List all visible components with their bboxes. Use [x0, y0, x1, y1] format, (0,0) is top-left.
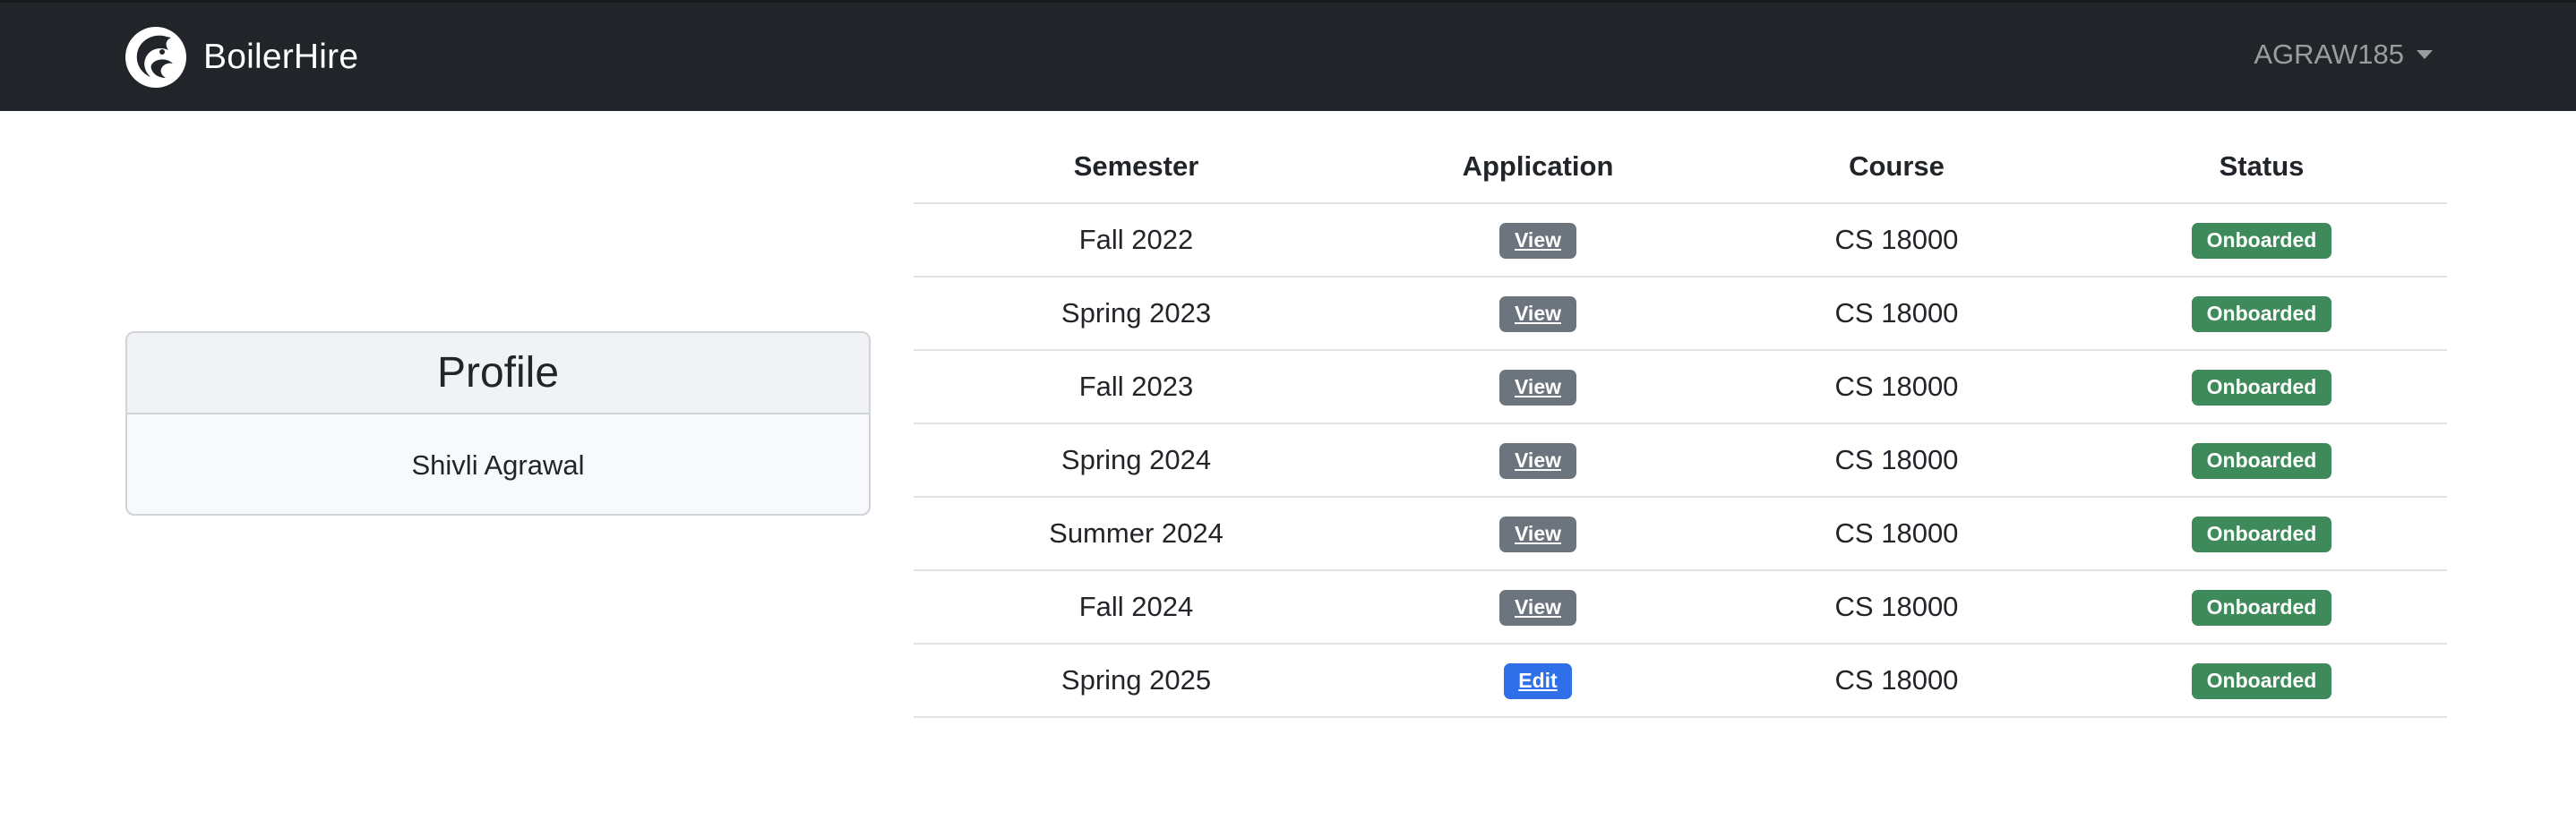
semester-cell: Fall 2023	[914, 350, 1359, 424]
course-cell: CS 18000	[1717, 644, 2076, 718]
table-row: Spring 2025 Edit CS 18000 Onboarded	[914, 644, 2447, 718]
user-menu-dropdown[interactable]: AGRAW185	[2254, 38, 2433, 71]
edit-application-button[interactable]: Edit	[1504, 662, 1572, 699]
application-cell: View	[1359, 277, 1717, 351]
view-application-button[interactable]: View	[1499, 369, 1576, 406]
applications-table-container: Semester Application Course Status Fall …	[914, 131, 2447, 718]
brand-name: BoilerHire	[203, 38, 359, 76]
application-cell: View	[1359, 497, 1717, 571]
application-cell: View	[1359, 423, 1717, 498]
semester-cell: Spring 2025	[914, 644, 1359, 718]
table-row: Fall 2023 View CS 18000 Onboarded	[914, 350, 2447, 424]
semester-cell: Fall 2022	[914, 203, 1359, 278]
status-badge: Onboarded	[2191, 589, 2332, 626]
status-cell: Onboarded	[2076, 570, 2447, 645]
course-cell: CS 18000	[1717, 423, 2076, 498]
user-menu-label: AGRAW185	[2254, 38, 2404, 70]
table-row: Spring 2023 View CS 18000 Onboarded	[914, 277, 2447, 351]
status-badge: Onboarded	[2191, 222, 2332, 259]
status-badge: Onboarded	[2191, 369, 2332, 406]
status-cell: Onboarded	[2076, 277, 2447, 351]
column-header-semester: Semester	[914, 131, 1359, 204]
brand-link[interactable]: BoilerHire	[125, 25, 358, 90]
status-cell: Onboarded	[2076, 350, 2447, 424]
table-row: Summer 2024 View CS 18000 Onboarded	[914, 497, 2447, 571]
view-application-button[interactable]: View	[1499, 516, 1576, 552]
status-badge: Onboarded	[2191, 295, 2332, 332]
view-application-button[interactable]: View	[1499, 222, 1576, 259]
column-header-course: Course	[1717, 131, 2076, 204]
profile-card-title: Profile	[127, 333, 869, 414]
status-cell: Onboarded	[2076, 497, 2447, 571]
column-header-status: Status	[2076, 131, 2447, 204]
table-row: Fall 2022 View CS 18000 Onboarded	[914, 203, 2447, 278]
application-cell: View	[1359, 350, 1717, 424]
caret-down-icon	[2417, 50, 2433, 59]
status-cell: Onboarded	[2076, 644, 2447, 718]
applications-table: Semester Application Course Status Fall …	[914, 131, 2447, 718]
application-cell: View	[1359, 203, 1717, 278]
course-cell: CS 18000	[1717, 350, 2076, 424]
course-cell: CS 18000	[1717, 570, 2076, 645]
status-badge: Onboarded	[2191, 442, 2332, 479]
application-cell: Edit	[1359, 644, 1717, 718]
table-row: Fall 2024 View CS 18000 Onboarded	[914, 570, 2447, 645]
status-badge: Onboarded	[2191, 662, 2332, 699]
status-cell: Onboarded	[2076, 203, 2447, 278]
view-application-button[interactable]: View	[1499, 589, 1576, 626]
view-application-button[interactable]: View	[1499, 295, 1576, 332]
boiler-hire-logo-icon	[125, 27, 186, 88]
status-badge: Onboarded	[2191, 516, 2332, 552]
profile-card: Profile Shivli Agrawal	[125, 331, 871, 516]
semester-cell: Spring 2024	[914, 423, 1359, 498]
course-cell: CS 18000	[1717, 203, 2076, 278]
semester-cell: Fall 2024	[914, 570, 1359, 645]
column-header-application: Application	[1359, 131, 1717, 204]
course-cell: CS 18000	[1717, 277, 2076, 351]
application-cell: View	[1359, 570, 1717, 645]
table-header-row: Semester Application Course Status	[914, 131, 2447, 204]
top-navbar: BoilerHire AGRAW185	[0, 0, 2576, 111]
semester-cell: Spring 2023	[914, 277, 1359, 351]
course-cell: CS 18000	[1717, 497, 2076, 571]
profile-name: Shivli Agrawal	[411, 448, 585, 481]
status-cell: Onboarded	[2076, 423, 2447, 498]
view-application-button[interactable]: View	[1499, 442, 1576, 479]
table-row: Spring 2024 View CS 18000 Onboarded	[914, 423, 2447, 498]
semester-cell: Summer 2024	[914, 497, 1359, 571]
